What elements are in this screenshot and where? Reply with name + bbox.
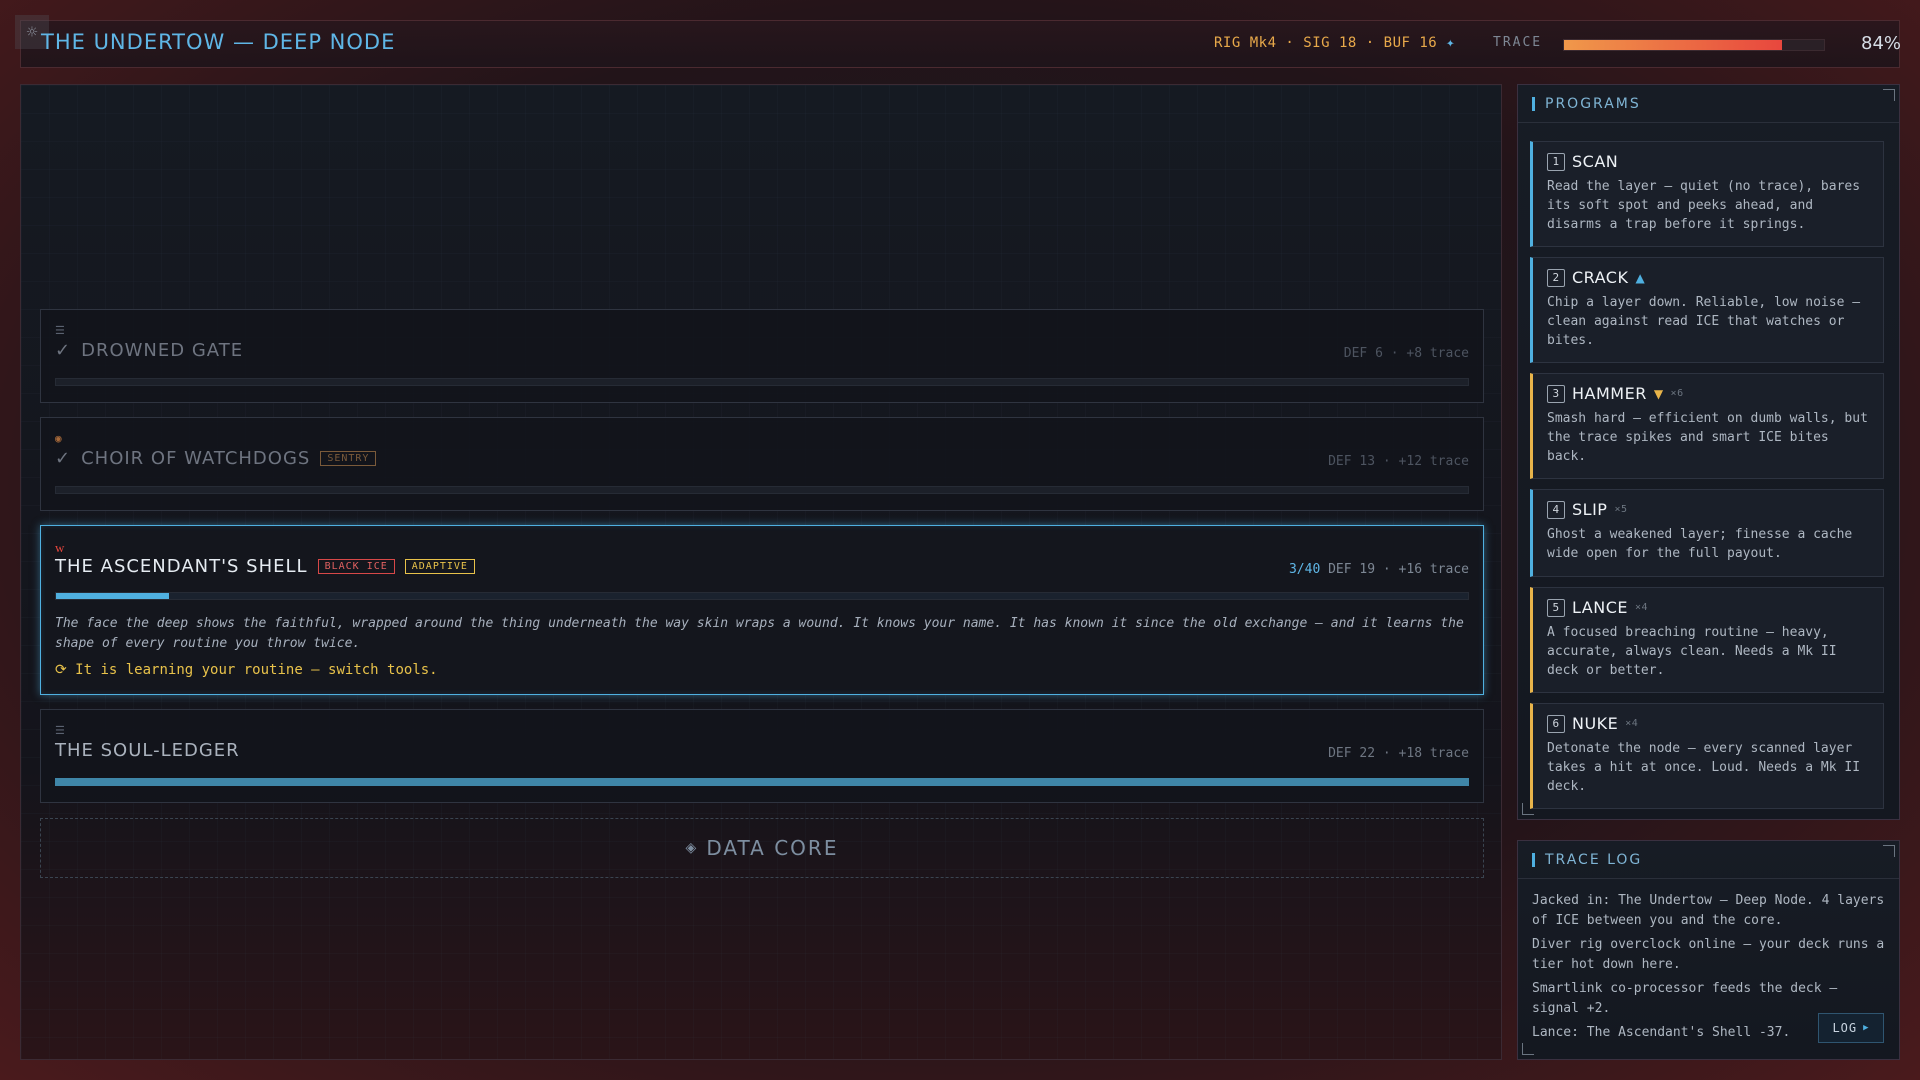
trace-label: TRACE (1493, 35, 1543, 50)
program-name: SLIP (1572, 500, 1608, 519)
program-name: SCAN (1572, 152, 1619, 171)
rig-stats: RIG Mk4 · SIG 18 · BUF 16 ✦ (1214, 35, 1455, 51)
program-crack[interactable]: 2 CRACK ▲ Chip a layer down. Reliable, l… (1530, 257, 1884, 363)
program-description: Detonate the node — every scanned layer … (1547, 741, 1861, 794)
program-hammer[interactable]: 3 HAMMER ▼ ×6 Smash hard — efficient on d… (1530, 373, 1884, 479)
program-name: HAMMER (1572, 384, 1647, 403)
log-entry: Jacked in: The Undertow — Deep Node. 4 l… (1532, 893, 1885, 928)
layer-name: THE SOUL-LEDGER (55, 740, 240, 761)
layer-choir-of-watchdogs[interactable]: ◉ ✓ CHOIR OF WATCHDOGS SENTRY DEF 13 · +… (40, 417, 1484, 511)
program-name: NUKE (1572, 714, 1619, 733)
hotkey-badge: 4 (1547, 500, 1565, 519)
cycle-icon: ⟳ (55, 662, 67, 678)
game-frame: ☼ THE UNDERTOW — DEEP NODE RIG Mk4 · SIG… (15, 15, 1902, 1060)
program-scan[interactable]: 1 SCAN Read the layer — quiet (no trace)… (1530, 141, 1884, 247)
layer-integrity-bar (55, 486, 1469, 494)
program-name: CRACK (1572, 268, 1629, 287)
sentry-tag: SENTRY (320, 451, 377, 466)
layer-stats: DEF 13 · +12 trace (1328, 454, 1469, 469)
data-core[interactable]: ◈ DATA CORE (40, 818, 1484, 878)
program-uses: ×5 (1614, 504, 1628, 515)
adaptive-warning: It is learning your routine — switch too… (75, 662, 438, 678)
layer-name: THE ASCENDANT'S SHELL (55, 556, 308, 577)
eye-icon: ◉ (55, 432, 62, 445)
down-triangle-icon: ▼ (1653, 386, 1664, 401)
programs-panel: PROGRAMS 1 SCAN Read the layer — quiet (… (1517, 84, 1900, 820)
layer-stats: DEF 22 · +18 trace (1328, 746, 1469, 761)
layer-integrity-bar (55, 378, 1469, 386)
node-title: THE UNDERTOW — DEEP NODE (41, 30, 396, 54)
data-core-label: DATA CORE (706, 836, 839, 860)
diamond-icon: ✦ (1446, 35, 1456, 51)
layer-stats: DEF 6 · +8 trace (1343, 346, 1469, 361)
program-description: Ghost a weakened layer; finesse a cache … (1547, 527, 1853, 561)
layer-integrity-fill (56, 593, 169, 599)
up-triangle-icon: ▲ (1635, 270, 1646, 285)
program-lance[interactable]: 5 LANCE ×4 A focused breaching routine —… (1530, 587, 1884, 693)
layer-name: DROWNED GATE (81, 340, 244, 361)
header-bar: ☼ THE UNDERTOW — DEEP NODE RIG Mk4 · SIG… (15, 15, 1902, 68)
black-ice-tag: BLACK ICE (317, 559, 395, 574)
hotkey-badge: 1 (1547, 152, 1565, 171)
rig-stats-text: RIG Mk4 · SIG 18 · BUF 16 (1214, 35, 1438, 51)
trace-meter-fill (1564, 40, 1783, 50)
layer-flavor-text: The face the deep shows the faithful, wr… (55, 616, 1464, 651)
log-button-label: LOG (1832, 1021, 1858, 1035)
layer-integrity-bar (55, 778, 1469, 786)
fang-icon: ᴡ (55, 541, 65, 556)
program-uses: ×6 (1670, 388, 1684, 399)
program-description: Chip a layer down. Reliable, low noise —… (1547, 295, 1861, 348)
cleared-check-icon: ✓ (55, 340, 72, 361)
play-arrow-icon: ▶ (1863, 1023, 1870, 1033)
wall-icon: ☰ (55, 724, 65, 737)
cleared-check-icon: ✓ (55, 448, 72, 469)
program-uses: ×4 (1625, 718, 1639, 729)
program-description: Read the layer — quiet (no trace), bares… (1547, 179, 1861, 232)
trace-log-title: TRACE LOG (1518, 841, 1899, 879)
ice-stack-panel: ☰ ✓ DROWNED GATE DEF 6 · +8 trace ◉ ✓ CH… (20, 84, 1502, 1060)
layer-name: CHOIR OF WATCHDOGS (81, 448, 311, 469)
layer-integrity-bar (55, 592, 1469, 600)
program-description: Smash hard — efficient on dumb walls, bu… (1547, 411, 1868, 464)
layer-progress: 3/40 (1288, 562, 1321, 577)
program-nuke[interactable]: 6 NUKE ×4 Detonate the node — every scan… (1530, 703, 1884, 809)
layer-ascendants-shell[interactable]: ᴡ THE ASCENDANT'S SHELL BLACK ICE ADAPTI… (40, 525, 1484, 695)
adaptive-tag: ADAPTIVE (404, 559, 475, 574)
hotkey-badge: 6 (1547, 714, 1565, 733)
core-diamond-icon: ◈ (685, 840, 699, 856)
layer-soul-ledger[interactable]: ☰ THE SOUL-LEDGER DEF 22 · +18 trace (40, 709, 1484, 803)
program-uses: ×4 (1634, 602, 1649, 613)
log-entry: Diver rig overclock online — your deck r… (1532, 937, 1885, 972)
program-name: LANCE (1572, 598, 1628, 617)
log-button[interactable]: LOG ▶ (1818, 1013, 1884, 1043)
trace-meter (1563, 39, 1825, 51)
wall-icon: ☰ (55, 324, 65, 337)
layer-stats: DEF 19 · +16 trace (1328, 562, 1469, 577)
hotkey-badge: 2 (1547, 268, 1565, 287)
hotkey-badge: 5 (1547, 598, 1565, 617)
program-description: A focused breaching routine — heavy, acc… (1547, 625, 1837, 678)
program-slip[interactable]: 4 SLIP ×5 Ghost a weakened layer; finess… (1530, 489, 1884, 577)
layer-drowned-gate[interactable]: ☰ ✓ DROWNED GATE DEF 6 · +8 trace (40, 309, 1484, 403)
trace-percent: 84% (1861, 33, 1902, 54)
hotkey-badge: 3 (1547, 384, 1565, 403)
programs-title: PROGRAMS (1518, 85, 1899, 123)
